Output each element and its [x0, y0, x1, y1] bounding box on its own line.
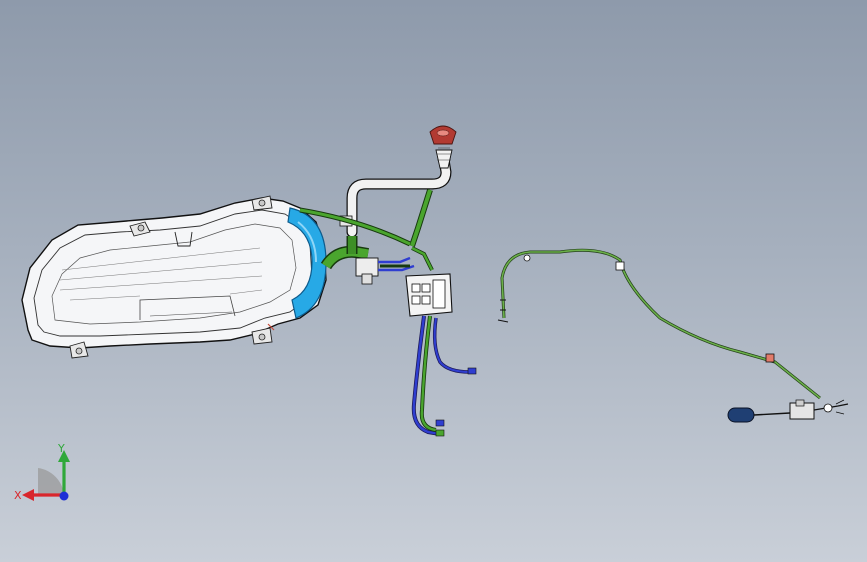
cad-viewport[interactable]	[0, 0, 867, 562]
mount-bolt-icon	[75, 347, 83, 355]
mount-bolt-icon	[137, 224, 145, 232]
clip-icon	[523, 254, 531, 262]
evap-canister[interactable]	[405, 273, 453, 317]
triad-y-label: Y	[57, 442, 65, 455]
triad-plane-icon	[38, 468, 64, 495]
fuel-tank[interactable]	[21, 195, 327, 359]
drain-lines[interactable]	[411, 315, 477, 437]
mount-bolt-icon	[258, 333, 266, 341]
filler-neck[interactable]	[429, 125, 457, 169]
sender-cable[interactable]	[497, 248, 821, 400]
fuel-pump-assembly[interactable]	[727, 399, 849, 423]
coordinate-triad: Y X	[14, 442, 70, 502]
z-axis-dot-icon	[59, 491, 69, 501]
triad-x-label: X	[14, 489, 22, 502]
mount-bolt-icon	[258, 199, 266, 207]
